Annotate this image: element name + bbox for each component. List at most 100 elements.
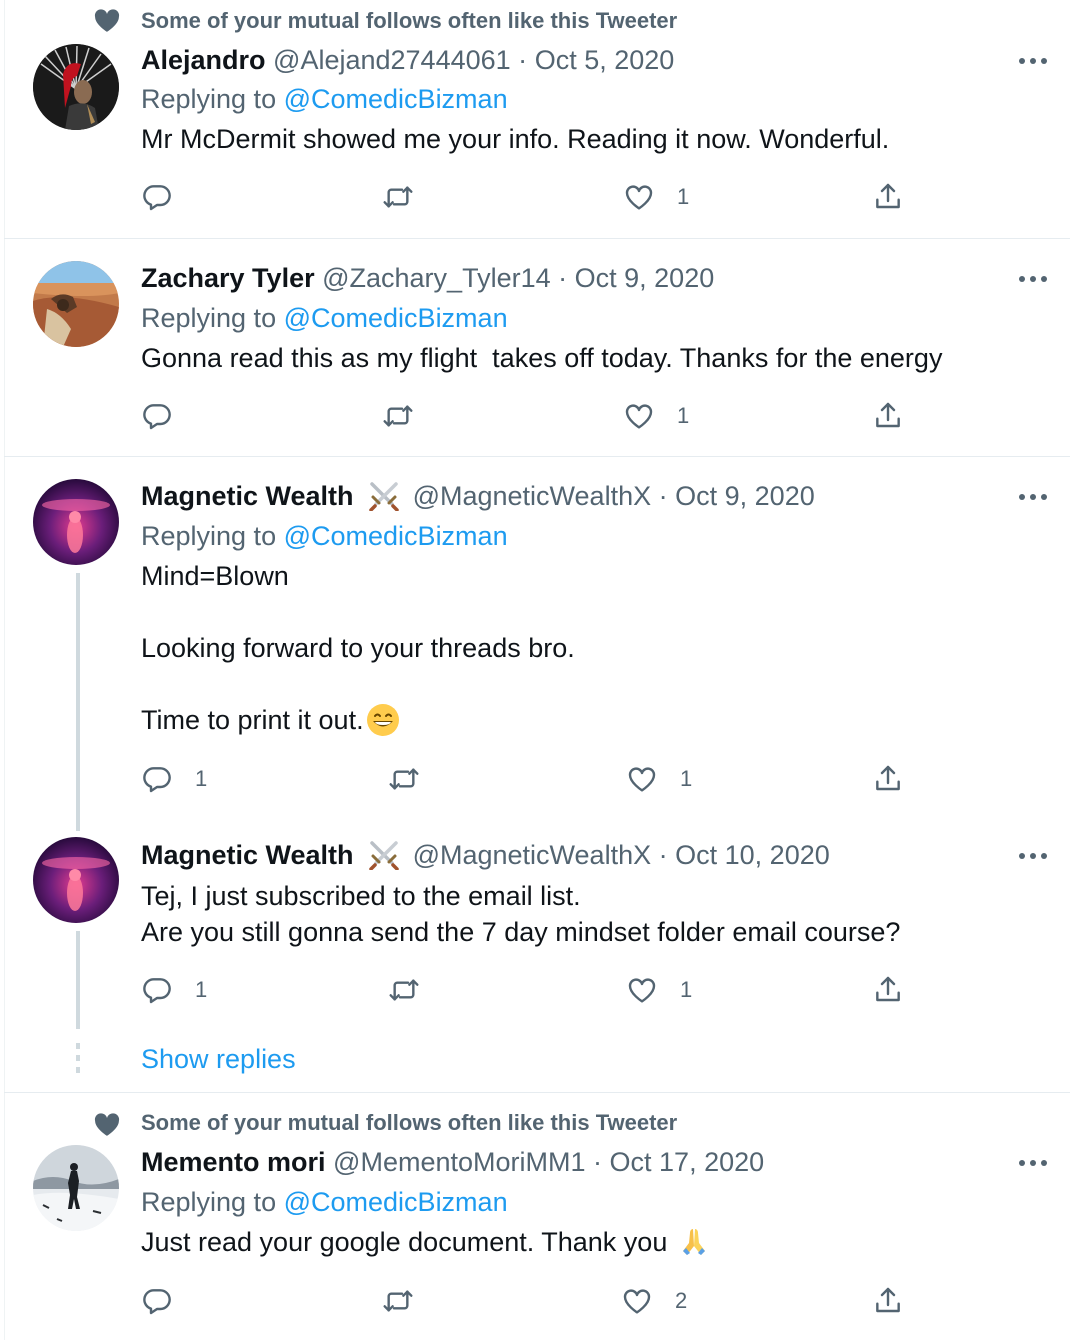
social-context: Some of your mutual follows often like t… (141, 8, 678, 33)
crossed-swords-icon (367, 481, 401, 511)
replying-to: Replying to @ComedicBizman (141, 1186, 508, 1218)
separator: · (593, 1147, 603, 1177)
retweet-icon (382, 181, 414, 213)
tweet-date[interactable]: Oct 5, 2020 (535, 45, 675, 75)
mention-link[interactable]: @ComedicBizman (284, 521, 508, 551)
tweet-date[interactable]: Oct 10, 2020 (675, 840, 830, 870)
thread-ellipsis (76, 1043, 80, 1079)
like-icon (626, 974, 658, 1006)
mention-link[interactable]: @ComedicBizman (284, 303, 508, 333)
retweet-icon (382, 400, 414, 432)
thread-connector (76, 573, 80, 831)
heart-icon (94, 9, 120, 33)
tweet-header: Magnetic Wealth @MagneticWealthX · Oct 1… (141, 839, 830, 871)
avatar[interactable] (33, 479, 119, 565)
replying-label: Replying to (141, 84, 277, 114)
like-button[interactable]: 2 (621, 1283, 687, 1319)
author-name[interactable]: Magnetic Wealth (141, 840, 354, 870)
like-count: 1 (680, 977, 693, 1002)
reply-count: 1 (195, 766, 208, 791)
author-name[interactable]: Zachary Tyler (141, 263, 315, 293)
tweet-header: Zachary Tyler @Zachary_Tyler14 · Oct 9, … (141, 262, 714, 294)
reply-button[interactable]: 1 (141, 761, 207, 797)
tweet-text: Mr McDermit showed me your info. Reading… (141, 124, 890, 154)
author-name[interactable]: Magnetic Wealth (141, 481, 354, 511)
like-icon (621, 1285, 653, 1317)
more-options-icon[interactable] (1018, 1158, 1048, 1168)
share-icon (872, 763, 904, 795)
social-context: Some of your mutual follows often like t… (141, 1110, 678, 1135)
author-handle[interactable]: @MagneticWealthX (413, 840, 652, 870)
share-icon (872, 974, 904, 1006)
retweet-button[interactable] (388, 972, 420, 1008)
tweet-5[interactable]: Some of your mutual follows often like t… (4, 1093, 1070, 1340)
avatar[interactable] (33, 1145, 119, 1231)
retweet-icon (388, 763, 420, 795)
tweet-header: Memento mori @MementoMoriMM1 · Oct 17, 2… (141, 1146, 764, 1178)
tweet-date[interactable]: Oct 17, 2020 (610, 1147, 765, 1177)
more-options-icon[interactable] (1018, 851, 1048, 861)
author-handle[interactable]: @MementoMoriMM1 (333, 1147, 585, 1177)
like-button[interactable]: 1 (623, 179, 689, 215)
like-button[interactable]: 1 (626, 761, 692, 797)
like-button[interactable]: 1 (626, 972, 692, 1008)
mention-link[interactable]: @ComedicBizman (284, 84, 508, 114)
tweet-text: Just read your google document. Thank yo… (141, 1227, 668, 1257)
like-count: 2 (675, 1288, 688, 1313)
tweet-header: Alejandro @Alejand27444061 · Oct 5, 2020 (141, 44, 674, 76)
crossed-swords-icon (367, 840, 401, 870)
separator: · (558, 263, 568, 293)
retweet-icon (388, 974, 420, 1006)
share-button[interactable] (872, 972, 904, 1008)
more-options-icon[interactable] (1018, 56, 1048, 66)
avatar[interactable] (33, 44, 119, 130)
reply-button[interactable]: 1 (141, 972, 207, 1008)
avatar[interactable] (33, 261, 119, 347)
reply-button[interactable] (141, 1283, 195, 1319)
retweet-button[interactable] (382, 1283, 414, 1319)
share-button[interactable] (872, 761, 904, 797)
share-button[interactable] (872, 1283, 904, 1319)
replying-label: Replying to (141, 521, 277, 551)
separator: · (518, 45, 528, 75)
reply-button[interactable] (141, 398, 195, 434)
replying-label: Replying to (141, 303, 277, 333)
reply-icon (141, 974, 173, 1006)
reply-count: 1 (195, 977, 208, 1002)
like-count: 1 (680, 766, 693, 791)
reply-button[interactable] (141, 179, 195, 215)
avatar[interactable] (33, 837, 119, 923)
mention-link[interactable]: @ComedicBizman (284, 1187, 508, 1217)
replying-to: Replying to @ComedicBizman (141, 520, 508, 552)
thread: Magnetic Wealth @MagneticWealthX · Oct 9… (4, 457, 1070, 1093)
share-button[interactable] (872, 398, 904, 434)
retweet-button[interactable] (382, 398, 414, 434)
retweet-icon (382, 1285, 414, 1317)
separator: · (658, 481, 668, 511)
more-options-icon[interactable] (1018, 492, 1048, 502)
tweet-date[interactable]: Oct 9, 2020 (575, 263, 715, 293)
like-icon (623, 400, 655, 432)
tweet-text-block: Just read your google document. Thank yo… (141, 1224, 711, 1260)
like-count: 1 (677, 184, 690, 209)
like-button[interactable]: 1 (623, 398, 689, 434)
author-handle[interactable]: @MagneticWealthX (413, 481, 652, 511)
thread-connector (76, 931, 80, 1029)
author-name[interactable]: Memento mori (141, 1147, 326, 1177)
more-options-icon[interactable] (1018, 274, 1048, 284)
author-handle[interactable]: @Zachary_Tyler14 (322, 263, 551, 293)
retweet-button[interactable] (382, 179, 414, 215)
share-button[interactable] (872, 179, 904, 215)
author-handle[interactable]: @Alejand27444061 (273, 45, 511, 75)
retweet-button[interactable] (388, 761, 420, 797)
author-name[interactable]: Alejandro (141, 45, 266, 75)
reply-icon (141, 763, 173, 795)
tweet-2[interactable]: Zachary Tyler @Zachary_Tyler14 · Oct 9, … (4, 239, 1070, 457)
show-replies-link[interactable]: Show replies (141, 1044, 296, 1075)
tweet-date[interactable]: Oct 9, 2020 (675, 481, 815, 511)
replying-label: Replying to (141, 1187, 277, 1217)
tweet-1[interactable]: Some of your mutual follows often like t… (4, 0, 1070, 239)
tweet-text: Tej, I just subscribed to the email list… (141, 881, 901, 947)
grinning-emoji-icon (366, 703, 400, 737)
like-count: 1 (677, 403, 690, 428)
